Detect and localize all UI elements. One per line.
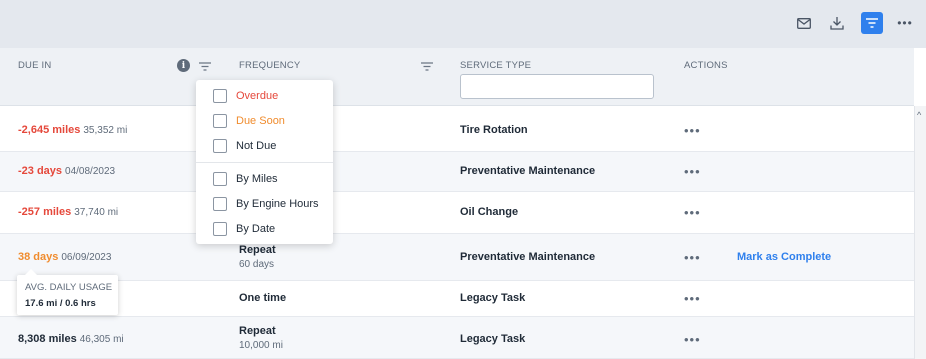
checkbox[interactable]: [213, 139, 227, 153]
service-type-cell: Legacy Task: [460, 292, 526, 304]
row-actions-menu[interactable]: •••: [684, 332, 701, 347]
filter-option-due-soon[interactable]: Due Soon: [213, 113, 285, 129]
filter-option-by-engine-hours[interactable]: By Engine Hours: [213, 196, 319, 212]
header-due-in[interactable]: DUE IN: [18, 60, 51, 71]
table-row[interactable]: -2,645 miles 35,352 mi Tire Rotation •••: [0, 106, 914, 152]
frequency-filter-icon[interactable]: [421, 60, 433, 74]
toolbar: •••: [0, 0, 926, 48]
more-icon[interactable]: •••: [894, 12, 916, 34]
due-filter-icon[interactable]: [199, 60, 211, 74]
service-type-cell: Preventative Maintenance: [460, 251, 596, 263]
table-row[interactable]: 8,308 miles 46,305 mi Repeat 10,000 mi Leg…: [0, 317, 914, 359]
tooltip-value: 17.6 mi / 0.6 hrs: [25, 298, 96, 309]
header-actions: ACTIONS: [684, 60, 728, 71]
mail-icon[interactable]: [793, 12, 815, 34]
service-type-cell: Preventative Maintenance: [460, 165, 596, 177]
due-in-cell: 8,308 miles 46,305 mi: [18, 333, 124, 345]
row-actions-menu[interactable]: •••: [684, 250, 701, 265]
table-row[interactable]: -257 miles 37,740 mi Oil Change •••: [0, 192, 914, 234]
vertical-scrollbar[interactable]: ^: [914, 106, 926, 359]
filter-icon[interactable]: [861, 12, 883, 34]
filter-option-overdue[interactable]: Overdue: [213, 88, 278, 104]
checkbox[interactable]: [213, 197, 227, 211]
checkbox[interactable]: [213, 222, 227, 236]
info-icon[interactable]: i: [177, 59, 190, 72]
dropdown-divider: [196, 162, 333, 163]
service-type-cell: Tire Rotation: [460, 124, 528, 136]
row-actions-menu[interactable]: •••: [684, 205, 701, 220]
service-type-filter-input[interactable]: [460, 74, 654, 99]
tooltip-title: AVG. DAILY USAGE: [25, 282, 113, 293]
filter-option-by-miles[interactable]: By Miles: [213, 171, 278, 187]
row-actions-menu[interactable]: •••: [684, 164, 701, 179]
row-actions-menu[interactable]: •••: [684, 291, 701, 306]
due-in-cell: -23 days 04/08/2023: [18, 165, 116, 177]
due-in-cell: 38 days 06/09/2023: [18, 251, 112, 263]
scroll-up-icon[interactable]: ^: [917, 110, 921, 120]
header-service-type[interactable]: SERVICE TYPE: [460, 60, 531, 71]
table-row[interactable]: 38 days 06/09/2023 Repeat 60 days Preventa…: [0, 234, 914, 281]
filter-option-not-due[interactable]: Not Due: [213, 138, 276, 154]
checkbox[interactable]: [213, 172, 227, 186]
download-icon[interactable]: [826, 12, 848, 34]
avg-daily-usage-tooltip: AVG. DAILY USAGE 17.6 mi / 0.6 hrs: [17, 269, 118, 315]
table-row[interactable]: One time Legacy Task •••: [0, 281, 914, 317]
due-in-filter-dropdown: Overdue Due Soon Not Due By Miles By Eng…: [196, 80, 333, 244]
frequency-cell: Repeat 60 days: [239, 244, 276, 270]
row-actions-menu[interactable]: •••: [684, 123, 701, 138]
service-type-cell: Oil Change: [460, 206, 519, 218]
frequency-cell: Repeat 10,000 mi: [239, 325, 283, 351]
service-type-cell: Legacy Task: [460, 333, 526, 345]
due-in-cell: -257 miles 37,740 mi: [18, 206, 119, 218]
due-in-cell: -2,645 miles 35,352 mi: [18, 124, 128, 136]
table-header: DUE IN i FREQUENCY SERVICE TYPE ACTIONS: [0, 48, 914, 106]
checkbox[interactable]: [213, 114, 227, 128]
frequency-cell: One time: [239, 292, 287, 304]
filter-option-by-date[interactable]: By Date: [213, 221, 275, 237]
checkbox[interactable]: [213, 89, 227, 103]
mark-as-complete-link[interactable]: Mark as Complete: [737, 251, 831, 263]
table-row[interactable]: -23 days 04/08/2023 Preventative Maintena…: [0, 152, 914, 192]
header-frequency[interactable]: FREQUENCY: [239, 60, 300, 71]
